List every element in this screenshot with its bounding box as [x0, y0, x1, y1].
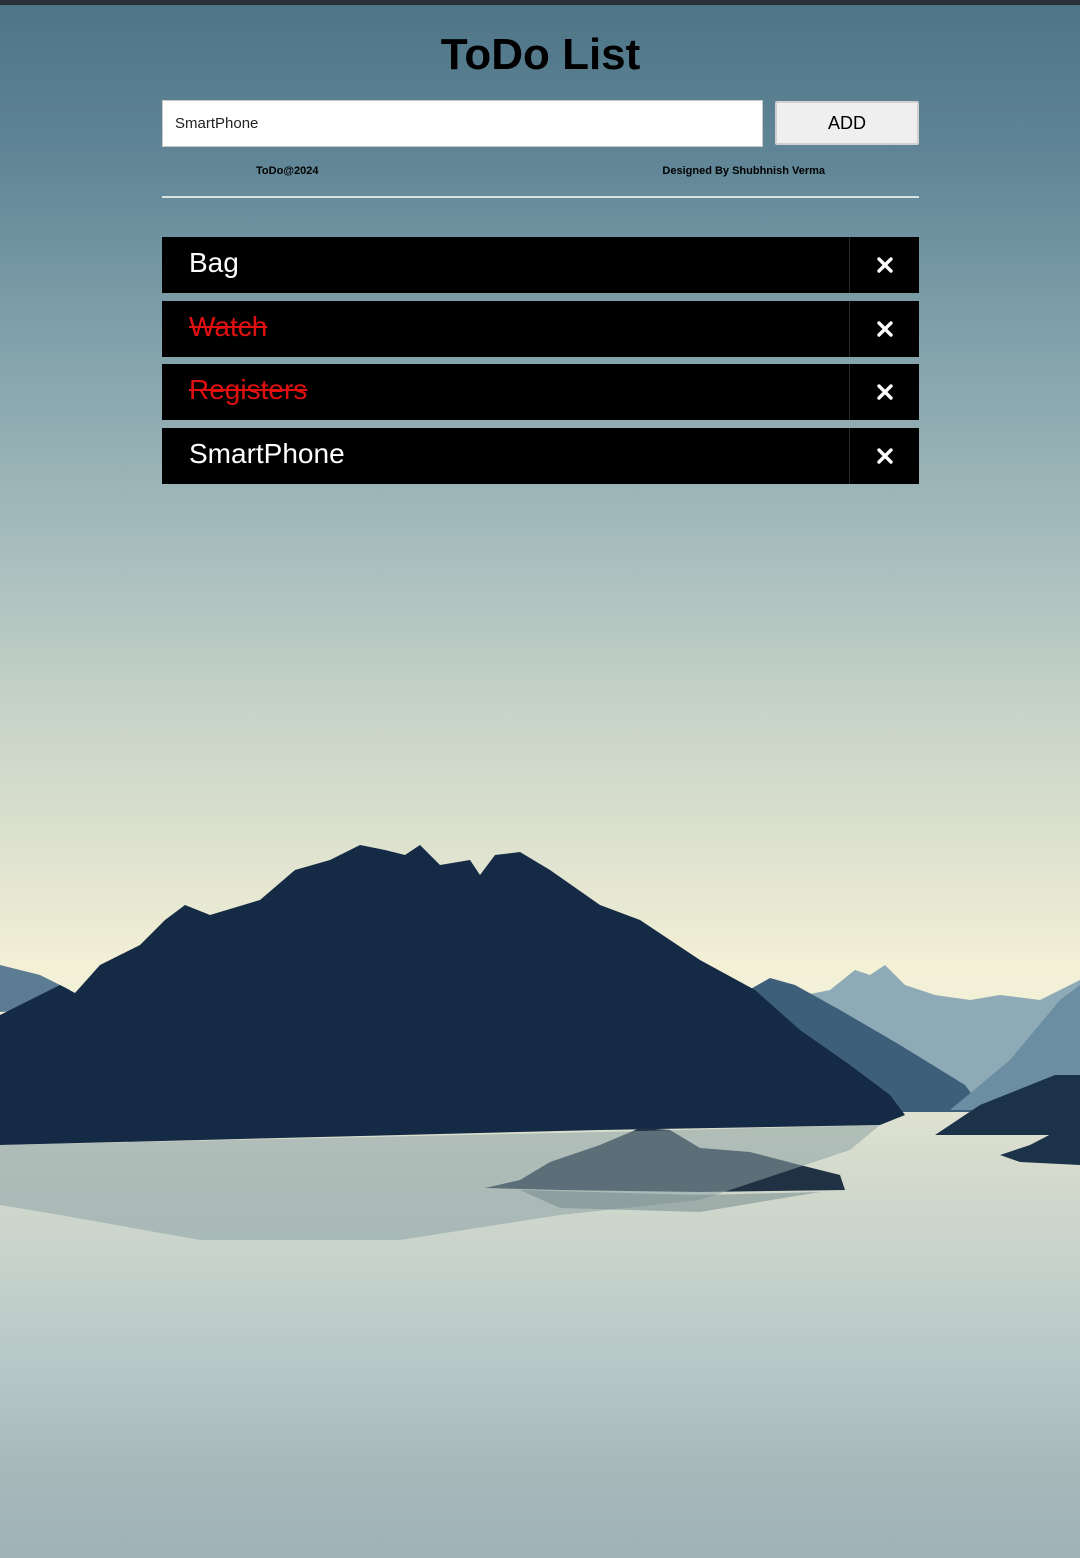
close-icon	[876, 384, 893, 400]
close-icon	[876, 447, 893, 464]
designer-credit: Designed By Shubhnish Verma	[662, 165, 825, 177]
todo-text[interactable]: Watch	[189, 309, 267, 345]
todo-item[interactable]: Watch	[162, 300, 919, 357]
todo-list: Bag Watch Registers SmartPhone	[162, 237, 919, 491]
add-todo-form: ADD	[162, 100, 919, 147]
todo-item[interactable]: Bag	[162, 237, 919, 293]
delete-button[interactable]	[849, 237, 919, 293]
add-button[interactable]: ADD	[775, 101, 919, 145]
todo-text[interactable]: Registers	[189, 372, 307, 408]
delete-button[interactable]	[849, 427, 919, 484]
todo-text[interactable]: Bag	[189, 245, 239, 281]
delete-button[interactable]	[849, 364, 919, 420]
credits-bar: ToDo@2024 Designed By Shubhnish Verma	[162, 162, 919, 182]
divider	[162, 196, 919, 198]
close-icon	[876, 257, 893, 273]
mountain-lake-background	[0, 845, 1080, 1240]
delete-button[interactable]	[849, 300, 919, 357]
todo-item[interactable]: Registers	[162, 364, 919, 420]
todo-input[interactable]	[162, 100, 763, 147]
close-icon	[876, 320, 893, 337]
page-title: ToDo List	[440, 30, 641, 79]
todo-item[interactable]: SmartPhone	[162, 427, 919, 484]
copyright-text: ToDo@2024	[256, 165, 319, 177]
todo-text[interactable]: SmartPhone	[189, 436, 345, 472]
